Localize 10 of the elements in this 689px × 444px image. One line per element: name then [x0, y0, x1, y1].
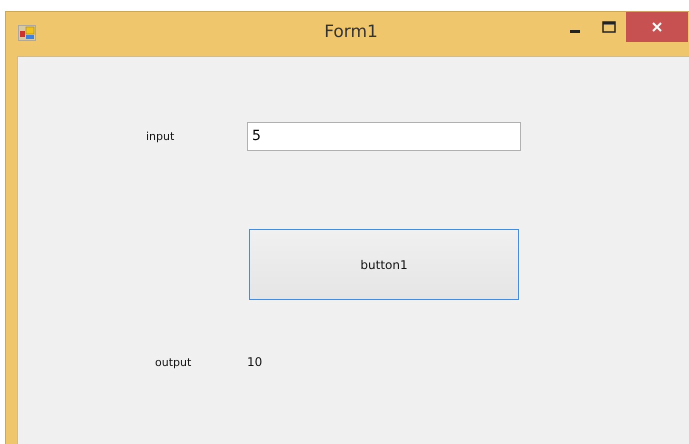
- output-label: output: [155, 356, 192, 368]
- maximize-icon: [602, 21, 616, 33]
- window-title: Form1: [324, 22, 378, 42]
- minimize-icon: [570, 30, 580, 32]
- input-label: input: [146, 130, 176, 142]
- input-field[interactable]: 5: [247, 122, 521, 150]
- output-value: 10: [247, 355, 262, 369]
- close-icon: [651, 21, 663, 33]
- app-icon: [18, 25, 36, 41]
- button[interactable]: button1: [249, 229, 519, 300]
